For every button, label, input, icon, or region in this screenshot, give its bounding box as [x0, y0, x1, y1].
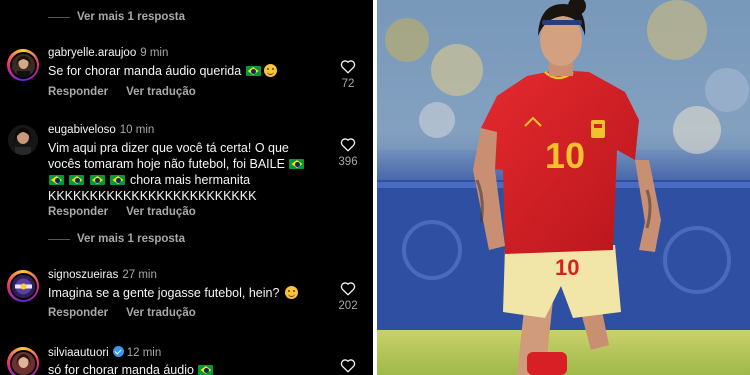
avatar-image — [11, 274, 35, 298]
heart-icon[interactable] — [340, 281, 356, 296]
zipper-mouth-emoji-icon — [284, 286, 298, 299]
avatar-image — [11, 53, 35, 77]
heart-icon[interactable] — [340, 358, 356, 373]
avatar[interactable] — [7, 347, 39, 375]
svg-text:10: 10 — [555, 255, 579, 280]
comment-text: Imagina se a gente jogasse futebol, hein… — [48, 285, 320, 301]
comment-text-line: KKKKKKKKKKKKKKKKKKKKKKKKK — [48, 189, 257, 203]
like-control: 396 — [335, 137, 361, 168]
verified-badge-icon — [112, 346, 124, 357]
comment-text: só for chorar manda áudio — [48, 362, 320, 375]
comment-actions: Responder Ver tradução — [48, 86, 214, 98]
comment-text: Vim aqui pra dizer que você tá certa! O … — [48, 140, 320, 204]
translate-button[interactable]: Ver tradução — [126, 86, 196, 98]
username[interactable]: gabryelle.araujoo — [48, 47, 136, 59]
comments-panel: Ver mais 1 resposta gabryelle.araujoo 9 m… — [0, 0, 373, 375]
heart-icon[interactable] — [340, 59, 356, 74]
brazil-flag-icon — [245, 66, 261, 76]
timestamp: 27 min — [122, 269, 157, 281]
brazil-flag-icon — [198, 365, 214, 375]
reply-button[interactable]: Responder — [48, 307, 108, 319]
like-control: 202 — [335, 281, 361, 312]
like-count: 72 — [341, 78, 355, 90]
avatar-image — [8, 125, 38, 155]
comment-text-line: vocês tomaram hoje não futebol, foi BAIL… — [48, 156, 320, 172]
comment-actions: Responder Ver tradução — [48, 307, 214, 319]
heart-icon[interactable] — [340, 137, 356, 152]
comment-text-content: Imagina se a gente jogasse futebol, hein… — [48, 286, 280, 300]
avatar[interactable] — [7, 270, 39, 302]
comment-header: silviaautuori 12 min — [48, 346, 161, 359]
avatar-image — [11, 351, 35, 375]
brazil-flag-icon — [69, 175, 85, 185]
brazil-flag-icon — [89, 175, 105, 185]
comment-text-content: Se for chorar manda áudio querida — [48, 64, 242, 78]
username[interactable]: signoszueiras — [48, 269, 118, 281]
view-more-label: Ver mais 1 resposta — [77, 11, 186, 23]
comment-text-line: chora mais hermanita — [48, 172, 320, 188]
view-more-replies-button[interactable]: Ver mais 1 resposta — [48, 233, 185, 245]
like-control — [335, 358, 361, 373]
brazil-flag-icon — [289, 159, 305, 169]
comment-header: gabryelle.araujoo 9 min — [48, 47, 168, 59]
timestamp: 12 min — [126, 347, 162, 359]
brazil-flag-icon — [110, 175, 126, 185]
like-count: 396 — [338, 156, 358, 168]
jersey-number: 10 — [545, 135, 585, 176]
comment-actions: Responder Ver tradução — [48, 206, 214, 218]
comment-header: eugabiveloso 10 min — [48, 124, 154, 136]
like-count: 202 — [338, 300, 358, 312]
translate-button[interactable]: Ver tradução — [126, 206, 196, 218]
avatar[interactable] — [7, 49, 39, 81]
reply-button[interactable]: Responder — [48, 206, 108, 218]
view-more-label: Ver mais 1 resposta — [77, 233, 186, 245]
comment-text-content: só for chorar manda áudio — [48, 363, 194, 375]
player-photo: 10 10 — [377, 0, 750, 375]
comment-header: signoszueiras 27 min — [48, 269, 157, 281]
brazil-flag-icon — [49, 175, 64, 185]
comment-text-line: Vim aqui pra dizer que você tá certa! O … — [48, 141, 289, 155]
timestamp: 9 min — [140, 47, 169, 59]
tongue-out-emoji-icon — [263, 64, 277, 77]
reply-button[interactable]: Responder — [48, 86, 108, 98]
timestamp: 10 min — [119, 124, 155, 136]
username[interactable]: eugabiveloso — [48, 124, 116, 136]
username[interactable]: silviaautuori — [48, 347, 109, 359]
avatar[interactable] — [7, 124, 39, 156]
view-more-replies-button[interactable]: Ver mais 1 resposta — [48, 11, 185, 23]
divider-line — [48, 238, 70, 240]
comment-text: Se for chorar manda áudio querida — [48, 63, 320, 79]
translate-button[interactable]: Ver tradução — [126, 307, 196, 319]
football-player-image: 10 10 — [377, 0, 750, 375]
like-control: 72 — [335, 59, 361, 90]
divider-line — [48, 16, 70, 18]
